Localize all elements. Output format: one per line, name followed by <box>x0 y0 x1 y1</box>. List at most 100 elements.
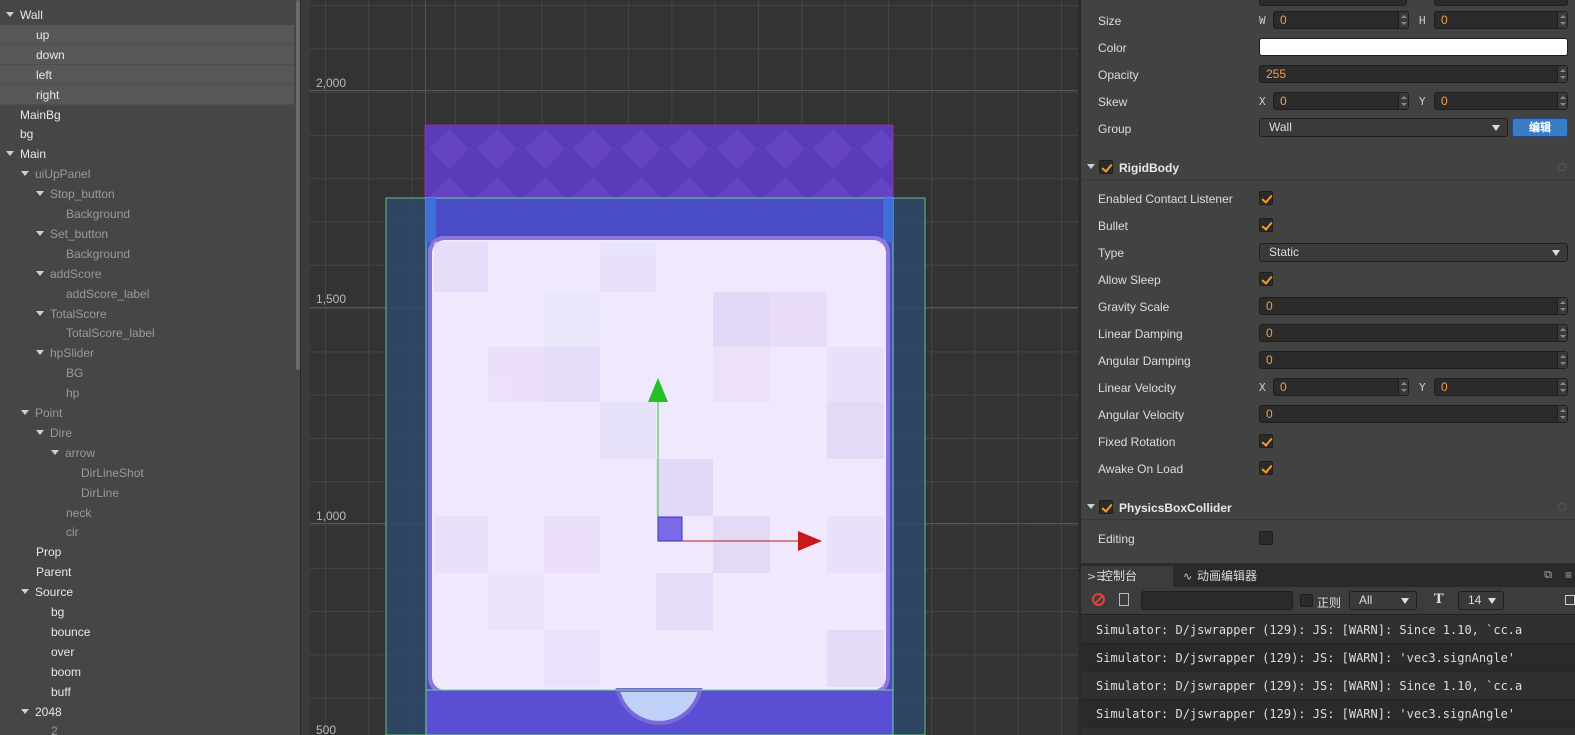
editing-checkbox[interactable] <box>1259 531 1273 545</box>
expand-triangle-icon[interactable] <box>21 589 29 595</box>
hierarchy-node[interactable]: TotalScore <box>0 304 294 324</box>
hierarchy-node[interactable]: bg <box>0 124 294 144</box>
skew-y-spinner[interactable] <box>1557 93 1567 109</box>
hierarchy-node[interactable]: Set_button <box>0 224 294 244</box>
hierarchy-node[interactable]: Background <box>0 204 294 224</box>
menu-icon[interactable]: ≡ <box>1565 568 1572 582</box>
position-x-field[interactable] <box>1259 0 1407 6</box>
hierarchy-node[interactable]: Parent <box>0 562 294 582</box>
color-swatch[interactable] <box>1259 38 1568 56</box>
skew-x-field[interactable]: 0 <box>1273 92 1409 110</box>
allow-sleep-checkbox[interactable] <box>1259 272 1273 286</box>
hierarchy-node[interactable]: neck <box>0 503 294 523</box>
component-settings-icon[interactable] <box>1558 163 1566 171</box>
size-height-spinner[interactable] <box>1557 12 1567 28</box>
hierarchy-node[interactable]: BG <box>0 363 294 383</box>
hierarchy-node[interactable]: addScore_label <box>0 284 294 304</box>
size-width-spinner[interactable] <box>1398 12 1408 28</box>
log-line[interactable]: Simulator: D/jswrapper (129): JS: [WARN]… <box>1081 700 1575 728</box>
hierarchy-node[interactable]: TotalScore_label <box>0 323 294 343</box>
hierarchy-node[interactable]: Dire <box>0 423 294 443</box>
font-size-dropdown[interactable]: 14 <box>1458 591 1504 610</box>
angular-damping-field[interactable]: 0 <box>1259 351 1568 369</box>
expand-triangle-icon[interactable] <box>6 12 14 17</box>
linear-velocity-y-spinner[interactable] <box>1557 379 1567 395</box>
hierarchy-node[interactable]: Background <box>0 244 294 264</box>
skew-y-field[interactable]: 0 <box>1434 92 1568 110</box>
hierarchy-node[interactable]: hp <box>0 383 294 403</box>
log-line[interactable]: Simulator: D/jswrapper (129): JS: [WARN]… <box>1081 672 1575 700</box>
hierarchy-node[interactable]: hpSlider <box>0 343 294 363</box>
linear-damping-spinner[interactable] <box>1557 325 1567 341</box>
expand-triangle-icon[interactable] <box>6 151 14 157</box>
collider-enabled-checkbox[interactable] <box>1099 500 1113 514</box>
expand-triangle-icon[interactable] <box>36 429 44 435</box>
tab-console[interactable]: >☰ 控制台 <box>1081 566 1173 587</box>
hierarchy-node[interactable]: left <box>0 64 294 85</box>
expand-triangle-icon[interactable] <box>21 410 29 415</box>
hierarchy-node[interactable]: buff <box>0 682 294 702</box>
log-level-dropdown[interactable]: All <box>1349 591 1417 610</box>
hierarchy-node[interactable]: Prop <box>0 542 294 562</box>
hierarchy-node[interactable]: Stop_button <box>0 184 294 204</box>
hierarchy-node[interactable]: down <box>0 44 294 65</box>
enabled-contact-listener-checkbox[interactable] <box>1259 191 1273 205</box>
linear-velocity-x-spinner[interactable] <box>1398 379 1408 395</box>
hierarchy-node[interactable]: DirLine <box>0 483 294 503</box>
type-dropdown[interactable]: Static <box>1259 243 1568 262</box>
hierarchy-node[interactable]: DirLineShot <box>0 463 294 483</box>
gravity-scale-field[interactable]: 0 <box>1259 297 1568 315</box>
size-width-field[interactable]: 0 <box>1273 11 1409 29</box>
opacity-field[interactable]: 255 <box>1259 65 1568 83</box>
awake-on-load-checkbox[interactable] <box>1259 461 1273 475</box>
regex-checkbox[interactable] <box>1300 594 1313 607</box>
expand-triangle-icon[interactable] <box>36 230 44 236</box>
hierarchy-node[interactable]: uiUpPanel <box>0 164 294 184</box>
angular-velocity-spinner[interactable] <box>1557 406 1567 422</box>
collapse-triangle-icon[interactable] <box>1087 504 1095 509</box>
tab-animation-editor[interactable]: ∿ 动画编辑器 <box>1177 566 1277 587</box>
clear-console-icon[interactable] <box>1092 593 1105 606</box>
linear-velocity-x-field[interactable]: 0 <box>1273 378 1409 396</box>
hierarchy-node[interactable]: MainBg <box>0 105 294 125</box>
hierarchy-node[interactable]: right <box>0 84 294 105</box>
maximize-icon[interactable]: ⧉ <box>1544 569 1552 582</box>
expand-triangle-icon[interactable] <box>36 270 44 276</box>
hierarchy-node[interactable]: bg <box>0 602 294 622</box>
collapse-icon[interactable] <box>1565 595 1575 605</box>
rigidbody-enabled-checkbox[interactable] <box>1099 160 1113 174</box>
gravity-scale-spinner[interactable] <box>1557 298 1567 314</box>
hierarchy-node[interactable]: 2048 <box>0 702 294 722</box>
log-line[interactable]: Simulator: D/jswrapper (129): JS: [WARN]… <box>1081 644 1575 672</box>
expand-triangle-icon[interactable] <box>36 350 44 356</box>
hierarchy-node[interactable]: bounce <box>0 622 294 642</box>
expand-triangle-icon[interactable] <box>21 171 29 177</box>
group-edit-button[interactable]: 编辑 <box>1512 118 1568 137</box>
hierarchy-node[interactable]: over <box>0 642 294 662</box>
hierarchy-node[interactable]: Source <box>0 582 294 602</box>
open-log-file-icon[interactable] <box>1119 593 1129 606</box>
linear-velocity-y-field[interactable]: 0 <box>1434 378 1568 396</box>
collider-section-header[interactable]: PhysicsBoxCollider <box>1081 494 1575 520</box>
rigidbody-section-header[interactable]: RigidBody <box>1081 154 1575 180</box>
fixed-rotation-checkbox[interactable] <box>1259 434 1273 448</box>
console-search-input[interactable] <box>1141 591 1293 610</box>
scene-view[interactable]: 2,000 1,500 1,000 500 <box>310 0 1078 735</box>
hierarchy-node[interactable]: Point <box>0 403 294 423</box>
expand-triangle-icon[interactable] <box>36 191 44 197</box>
panel-splitter[interactable] <box>300 0 310 735</box>
hierarchy-node[interactable]: boom <box>0 662 294 682</box>
hierarchy-node[interactable]: Main <box>0 144 294 164</box>
component-settings-icon[interactable] <box>1558 503 1566 511</box>
group-dropdown[interactable]: Wall <box>1259 118 1508 137</box>
expand-triangle-icon[interactable] <box>21 708 29 714</box>
collapse-triangle-icon[interactable] <box>1087 164 1095 169</box>
angular-damping-spinner[interactable] <box>1557 352 1567 368</box>
expand-triangle-icon[interactable] <box>36 310 44 316</box>
hierarchy-node[interactable]: arrow <box>0 443 294 463</box>
linear-damping-field[interactable]: 0 <box>1259 324 1568 342</box>
expand-triangle-icon[interactable] <box>51 449 59 455</box>
skew-x-spinner[interactable] <box>1398 93 1408 109</box>
hierarchy-node[interactable]: Wall <box>0 5 294 25</box>
hierarchy-node[interactable]: 2 <box>0 721 294 735</box>
